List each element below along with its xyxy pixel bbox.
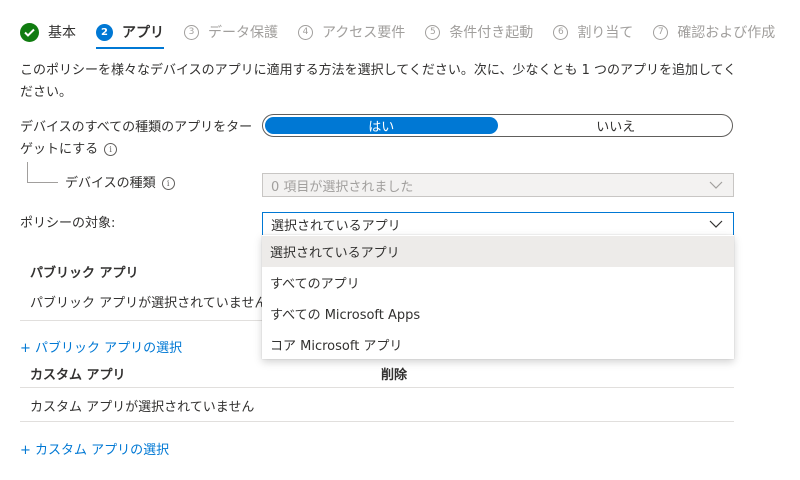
step-number: 5 <box>425 24 441 40</box>
step-label: 基本 <box>48 25 76 41</box>
step-number: 6 <box>553 24 569 40</box>
device-types-dropdown: 0 項目が選択されました <box>262 173 734 197</box>
target-all-label: デバイスのすべての種類のアプリをター ゲットにする i <box>20 117 260 161</box>
step-basics[interactable]: 基本 <box>20 19 76 45</box>
info-icon[interactable]: i <box>161 177 175 190</box>
step-assignments[interactable]: 6 割り当て <box>553 19 633 45</box>
wizard-steps: 基本 2 アプリ 3 データ保護 4 アクセス要件 5 条件付き起動 6 割り当… <box>20 19 795 49</box>
select-public-apps-link[interactable]: + パブリック アプリの選択 <box>20 337 182 356</box>
divider <box>20 421 734 422</box>
select-custom-apps-link[interactable]: + カスタム アプリの選択 <box>20 439 169 458</box>
menu-option-core-microsoft-apps[interactable]: コア Microsoft アプリ <box>262 329 734 360</box>
step-number: 7 <box>653 24 669 40</box>
menu-option-all-apps[interactable]: すべてのアプリ <box>262 267 734 298</box>
tree-connector <box>27 162 58 183</box>
policy-target-menu: 選択されているアプリ すべてのアプリ すべての Microsoft Apps コ… <box>262 235 734 359</box>
custom-apps-header: カスタム アプリ <box>30 368 126 383</box>
target-all-label-line2: ゲットにする <box>20 142 99 157</box>
step-label: 条件付き起動 <box>449 25 534 41</box>
step-label: 確認および作成 <box>677 25 776 41</box>
policy-target-value: 選択されているアプリ <box>271 218 401 234</box>
step-number: 2 <box>96 23 113 41</box>
policy-target-label: ポリシーの対象: <box>20 216 116 231</box>
step-data-protection[interactable]: 3 データ保護 <box>184 19 278 45</box>
menu-option-all-microsoft-apps[interactable]: すべての Microsoft Apps <box>262 298 734 329</box>
step-number: 4 <box>298 24 313 40</box>
target-all-toggle[interactable]: はい いいえ <box>262 114 733 137</box>
step-review-create[interactable]: 7 確認および作成 <box>653 19 775 45</box>
menu-option-selected-apps[interactable]: 選択されているアプリ <box>262 236 734 267</box>
device-types-value: 0 項目が選択されました <box>271 179 414 195</box>
public-apps-header: パブリック アプリ <box>30 266 139 281</box>
device-types-label: デバイスの種類 i <box>65 173 175 195</box>
step-label: データ保護 <box>208 25 278 41</box>
step-number: 3 <box>184 24 199 40</box>
step-apps[interactable]: 2 アプリ <box>96 19 164 49</box>
custom-apps-empty: カスタム アプリが選択されていません <box>30 400 255 415</box>
toggle-no[interactable]: いいえ <box>500 115 733 136</box>
step-label: アクセス要件 <box>322 25 406 41</box>
divider <box>20 387 734 388</box>
step-conditional-launch[interactable]: 5 条件付き起動 <box>425 19 533 45</box>
step-label: アプリ <box>122 25 164 41</box>
info-icon[interactable]: i <box>104 143 118 156</box>
device-types-label-text: デバイスの種類 <box>65 176 156 191</box>
chevron-down-icon <box>709 220 723 228</box>
toggle-yes[interactable]: はい <box>265 117 498 135</box>
chevron-down-icon <box>709 181 723 189</box>
checkmark-icon <box>20 22 39 42</box>
public-apps-empty: パブリック アプリが選択されていません <box>30 296 268 311</box>
page-description: このポリシーを様々なデバイスのアプリに適用する方法を選択してください。次に、少な… <box>20 63 737 100</box>
step-access-requirements[interactable]: 4 アクセス要件 <box>298 19 405 45</box>
delete-column-header: 削除 <box>381 368 408 383</box>
policy-target-dropdown[interactable]: 選択されているアプリ <box>262 212 734 236</box>
target-all-label-line1: デバイスのすべての種類のアプリをター <box>20 120 253 135</box>
step-label: 割り当て <box>577 25 634 41</box>
